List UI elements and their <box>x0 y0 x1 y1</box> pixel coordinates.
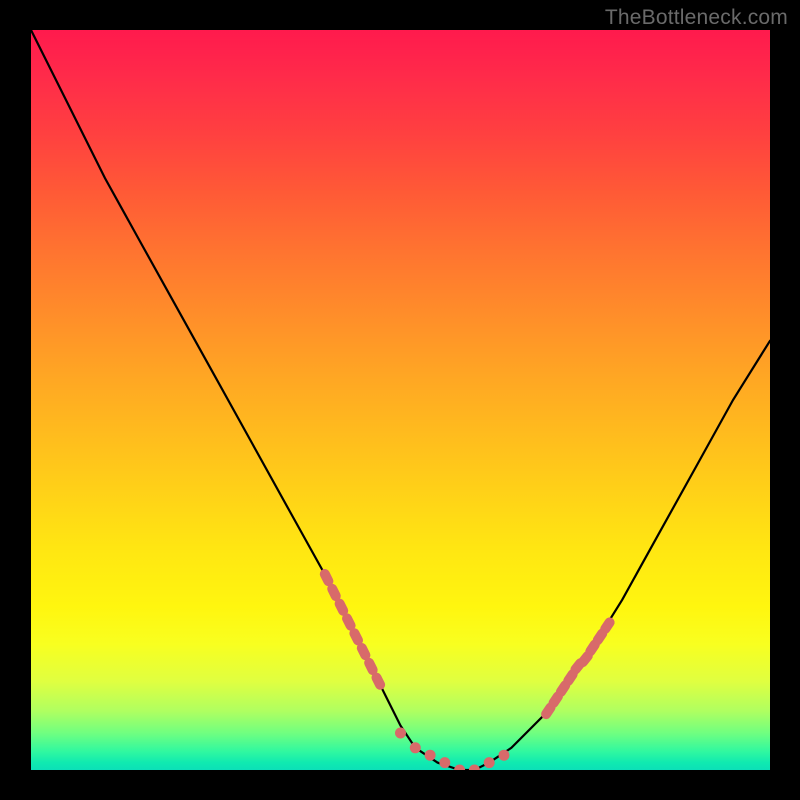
bottleneck-curve <box>31 30 770 770</box>
highlight-dashes-right <box>539 615 616 721</box>
curve-layer <box>31 30 770 770</box>
plot-area <box>31 30 770 770</box>
highlight-dots-valley <box>395 728 510 771</box>
watermark-text: TheBottleneck.com <box>605 6 788 30</box>
chart-frame: TheBottleneck.com <box>0 0 800 800</box>
highlight-dashes-left <box>318 567 387 691</box>
